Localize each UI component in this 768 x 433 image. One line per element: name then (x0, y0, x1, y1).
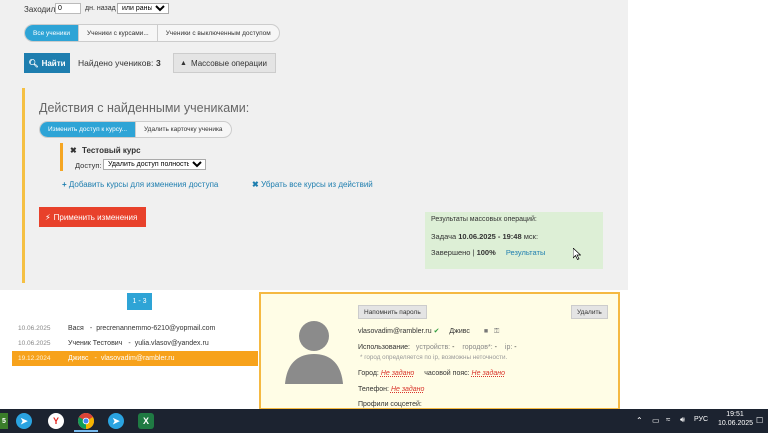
chevron-up-icon: ▲ (180, 59, 187, 67)
bolt-icon: ⚡︎ (45, 212, 51, 222)
delete-button[interactable]: Удалить (571, 305, 608, 319)
app-badge-icon[interactable]: 5 (0, 413, 8, 429)
tab-students-access-disabled[interactable]: Ученики с выключенным доступом (158, 25, 279, 41)
excel-icon[interactable]: X (138, 413, 154, 429)
remove-all-courses-link[interactable]: ✖ Убрать все курсы из действий (252, 180, 373, 189)
add-courses-link[interactable]: + Добавить курсы для изменения доступа (62, 180, 218, 189)
found-label: Найдено учеников: (78, 58, 154, 68)
done-line: Завершено | 100% Результаты (431, 248, 546, 257)
clock[interactable]: 19:51 10.06.2025 (718, 411, 753, 427)
found-count: 3 (156, 58, 161, 68)
student-card: Напомнить пароль Удалить vlasovadim@ramb… (259, 292, 620, 410)
taskbar: 5 ➤ Y ➤ X ⌃ ▭ ≈ 🔊︎ РУС 19:51 10.06.2025 … (0, 409, 768, 433)
actions-tabs: Изменить доступ к курсу... Удалить карто… (39, 121, 232, 138)
mouse-cursor-icon (573, 248, 581, 260)
verified-check-icon: ✔ (433, 328, 440, 335)
card-name: Дживс (449, 328, 470, 335)
results-link[interactable]: Результаты (506, 248, 546, 257)
language-indicator[interactable]: РУС (694, 416, 708, 423)
close-icon: ✖ (252, 180, 259, 189)
active-app-indicator (74, 430, 98, 432)
tab-delete-student-card[interactable]: Удалить карточку ученика (136, 122, 231, 137)
mass-results-panel: Результаты массовых операций: Задача 10.… (425, 212, 603, 269)
city-value[interactable]: Не задано (381, 370, 414, 377)
list-item[interactable]: 10.06.2025 Ученик Тестович - yulia.vlaso… (12, 336, 258, 351)
ip-note: * город определяется по ip, возможны нет… (360, 354, 508, 361)
key-icon[interactable]: ⚿︎ (494, 328, 499, 335)
apply-changes-button[interactable]: ⚡︎ Применить изменения (39, 207, 146, 227)
mass-results-title: Результаты массовых операций: (431, 216, 537, 223)
list-item[interactable]: 10.06.2025 Вася - precrenannemmo-6210@yo… (12, 321, 258, 336)
chevron-up-tray-icon[interactable]: ⌃ (636, 416, 643, 425)
plus-icon: + (62, 180, 67, 189)
tab-all-students[interactable]: Все ученики (25, 25, 79, 41)
card-email: vlasovadim@rambler.ru (358, 328, 432, 335)
avatar (285, 321, 343, 384)
phone-value[interactable]: Не задано (391, 386, 424, 393)
city-line: Город: Не задано часовой пояс: Не задано (358, 370, 506, 377)
search-icon: 🔍︎ (28, 58, 39, 68)
yandex-browser-icon[interactable]: Y (48, 413, 64, 429)
usage-line: Использование: устройств: - городов*: - … (358, 344, 517, 351)
tab-change-access[interactable]: Изменить доступ к курсу... (40, 122, 137, 137)
days-input[interactable] (55, 3, 81, 14)
pagination-page[interactable]: 1 - 3 (127, 293, 152, 310)
task-line: Задача 10.06.2025 - 19:48 мск: (431, 232, 539, 241)
phone-line: Телефон: Не задано (358, 386, 425, 393)
when-select[interactable]: или раньше (117, 3, 169, 14)
find-button[interactable]: 🔍︎ Найти (24, 53, 70, 73)
telegram-icon[interactable]: ➤ (16, 413, 32, 429)
student-filter-tabs: Все ученики Ученики с курсами... Ученики… (24, 24, 280, 42)
tab-students-with-courses[interactable]: Ученики с курсами... (79, 25, 158, 41)
actions-title: Действия с найденными учениками: (39, 101, 250, 115)
timezone-value[interactable]: Не задано (472, 370, 505, 377)
list-item-selected[interactable]: 19.12.2024 Дживс - vlasovadim@rambler.ru (12, 351, 258, 366)
bulk-operations-button[interactable]: ▲ Массовые операции (173, 53, 276, 73)
chrome-icon[interactable] (78, 413, 94, 429)
remind-password-button[interactable]: Напомнить пароль (358, 305, 427, 319)
days-suffix: дн. назад (85, 5, 116, 12)
access-select[interactable]: Удалить доступ полностью (103, 159, 206, 170)
course-marker (60, 143, 63, 171)
wifi-icon[interactable]: ≈ (666, 415, 670, 424)
access-label: Доступ: (75, 161, 102, 170)
battery-icon[interactable]: ▭ (652, 416, 660, 425)
remove-course-icon[interactable]: ✖ (70, 146, 77, 155)
course-name: Тестовый курс (82, 146, 141, 155)
speaker-icon[interactable]: 🔊︎ (680, 415, 685, 425)
card-identity: vlasovadim@rambler.ru ✔ Дживс ■ ⚿︎ (358, 327, 499, 336)
notifications-icon[interactable]: ☐ (756, 416, 763, 425)
telegram-badge-icon[interactable]: ➤ (108, 413, 124, 429)
socials-label: Профили соцсетей: (358, 401, 422, 408)
mail-icon[interactable]: ■ (484, 328, 488, 335)
